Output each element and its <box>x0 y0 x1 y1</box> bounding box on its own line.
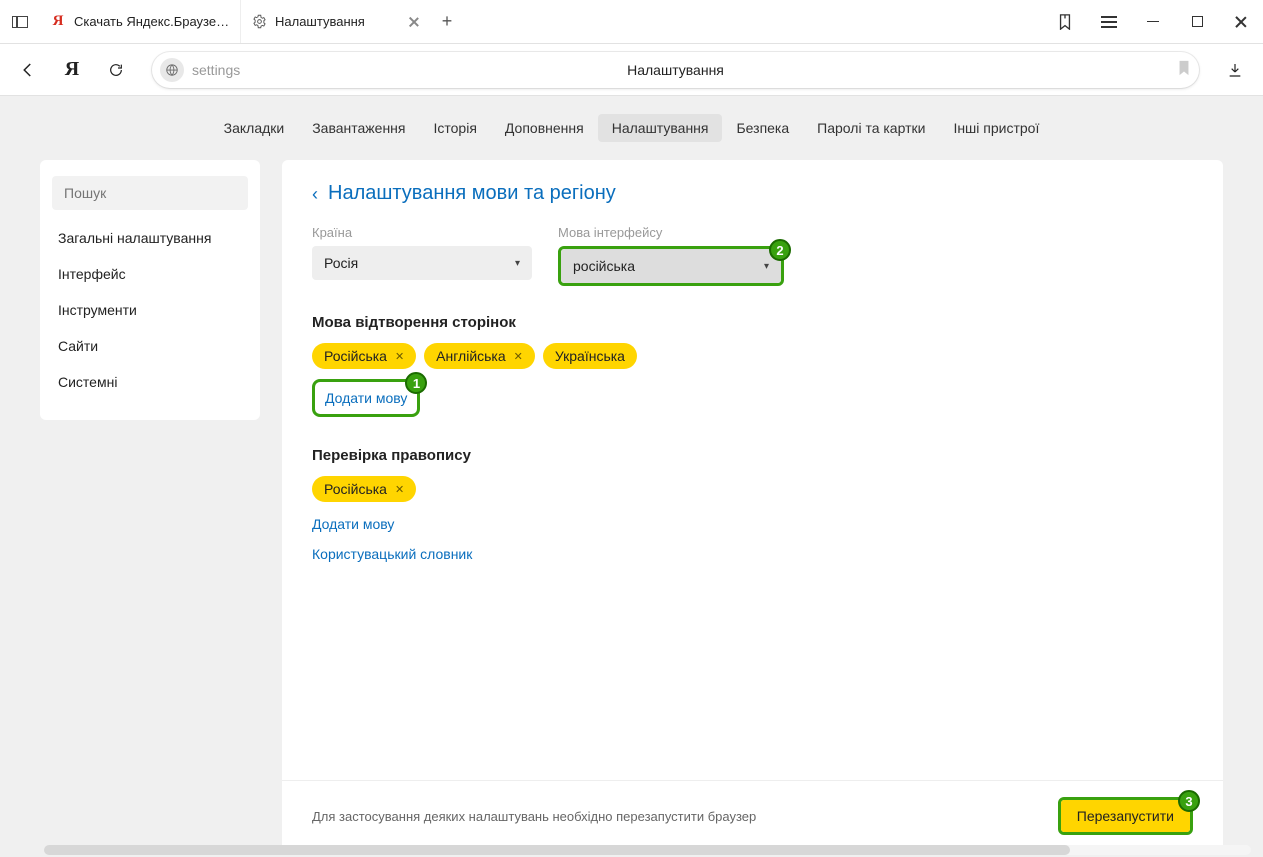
chevron-down-icon: ▾ <box>764 261 769 272</box>
annotation-badge-2: 2 <box>769 239 791 261</box>
menu-button[interactable] <box>1087 0 1131 43</box>
ui-language-value: російська <box>573 258 635 274</box>
annotation-badge-1: 1 <box>405 372 427 394</box>
add-page-language-link[interactable]: Додати мову <box>325 386 407 410</box>
country-label: Країна <box>312 225 532 240</box>
tab-title: Скачать Яндекс.Браузер д <box>74 14 230 29</box>
yandex-favicon: Я <box>50 14 66 30</box>
country-field: Країна Росія ▾ <box>312 225 532 286</box>
panel-icon <box>12 16 28 28</box>
sidebar-item-general[interactable]: Загальні налаштування <box>40 220 260 256</box>
sidebar-panel-toggle[interactable] <box>0 0 40 43</box>
bookmark-icon[interactable] <box>1177 60 1191 79</box>
yandex-home-button[interactable]: Я <box>52 44 92 95</box>
ui-language-highlight: російська ▾ 2 <box>558 246 784 286</box>
remove-icon[interactable]: ✕ <box>514 350 523 363</box>
nav-extensions[interactable]: Доповнення <box>491 114 598 142</box>
sidebar-item-tools[interactable]: Інструменти <box>40 292 260 328</box>
tab-yandex-download[interactable]: Я Скачать Яндекс.Браузер д <box>40 0 240 43</box>
address-url: settings <box>192 62 240 78</box>
nav-devices[interactable]: Інші пристрої <box>939 114 1053 142</box>
add-language-highlight: Додати мову 1 <box>312 379 420 417</box>
nav-passwords[interactable]: Паролі та картки <box>803 114 939 142</box>
tab-title: Налаштування <box>275 14 402 29</box>
settings-topnav: Закладки Завантаження Історія Доповнення… <box>0 96 1263 160</box>
window-close[interactable] <box>1219 0 1263 43</box>
restart-button[interactable]: Перезапустити <box>1061 800 1190 832</box>
lang-chip-russian[interactable]: Російська✕ <box>312 343 416 369</box>
address-bar-row: Я settings Налаштування <box>0 44 1263 96</box>
window-maximize[interactable] <box>1175 0 1219 43</box>
annotation-badge-3: 3 <box>1178 790 1200 812</box>
ui-language-select[interactable]: російська ▾ <box>561 249 781 283</box>
country-value: Росія <box>324 255 358 271</box>
ui-language-field: Мова інтерфейсу російська ▾ 2 <box>558 225 784 286</box>
horizontal-scrollbar[interactable] <box>44 845 1251 855</box>
chevron-down-icon: ▾ <box>515 258 520 269</box>
nav-downloads[interactable]: Завантаження <box>298 114 419 142</box>
hamburger-icon <box>1101 16 1117 28</box>
close-icon[interactable] <box>408 16 420 28</box>
nav-history[interactable]: Історія <box>420 114 491 142</box>
ui-language-label: Мова інтерфейсу <box>558 225 784 240</box>
nav-settings[interactable]: Налаштування <box>598 114 723 142</box>
page-title: Налаштування мови та регіону <box>328 182 616 205</box>
lang-chip-ukrainian[interactable]: Українська <box>543 343 637 369</box>
downloads-button[interactable] <box>1215 44 1255 95</box>
browser-chrome-top: Я Скачать Яндекс.Браузер д Налаштування … <box>0 0 1263 44</box>
restart-highlight: Перезапустити 3 <box>1058 797 1193 835</box>
window-minimize[interactable] <box>1131 0 1175 43</box>
spell-chip-russian[interactable]: Російська✕ <box>312 476 416 502</box>
restart-hint: Для застосування деяких налаштувань необ… <box>312 809 756 824</box>
tab-settings[interactable]: Налаштування <box>240 0 430 43</box>
settings-sidebar: Загальні налаштування Інтерфейс Інструме… <box>40 160 260 420</box>
window-controls <box>1043 0 1263 43</box>
settings-footer: Для застосування деяких налаштувань необ… <box>282 780 1223 851</box>
country-select[interactable]: Росія ▾ <box>312 246 532 280</box>
lang-chip-english[interactable]: Англійська✕ <box>424 343 535 369</box>
back-button[interactable] <box>8 44 48 95</box>
sidebar-item-interface[interactable]: Інтерфейс <box>40 256 260 292</box>
add-spell-language-link[interactable]: Додати мову <box>312 512 394 536</box>
remove-icon[interactable]: ✕ <box>395 483 404 496</box>
page-language-title: Мова відтворення сторінок <box>312 314 1193 331</box>
sidebar-item-system[interactable]: Системні <box>40 364 260 400</box>
reload-button[interactable] <box>96 44 136 95</box>
tab-strip: Я Скачать Яндекс.Браузер д Налаштування <box>40 0 430 43</box>
spellcheck-title: Перевірка правопису <box>312 447 1193 464</box>
settings-main: ‹ Налаштування мови та регіону Країна Ро… <box>282 160 1223 851</box>
address-page-title: Налаштування <box>627 62 724 78</box>
address-bar[interactable]: settings Налаштування <box>152 52 1199 88</box>
user-dictionary-link[interactable]: Користувацький словник <box>312 542 472 566</box>
nav-security[interactable]: Безпека <box>722 114 803 142</box>
page-language-chips: Російська✕ Англійська✕ Українська <box>312 343 1193 369</box>
close-icon <box>1234 15 1248 29</box>
search-input[interactable] <box>52 176 248 210</box>
settings-page: Закладки Завантаження Історія Доповнення… <box>0 96 1263 857</box>
globe-icon <box>160 58 184 82</box>
sidebar-search-wrap <box>52 176 248 210</box>
nav-bookmarks[interactable]: Закладки <box>210 114 299 142</box>
remove-icon[interactable]: ✕ <box>395 350 404 363</box>
bookmarks-button[interactable] <box>1043 0 1087 43</box>
page-header: ‹ Налаштування мови та регіону <box>312 182 1193 205</box>
gear-icon <box>251 14 267 30</box>
new-tab-button[interactable]: + <box>430 0 464 43</box>
scrollbar-thumb[interactable] <box>44 845 1070 855</box>
spellcheck-chips: Російська✕ <box>312 476 1193 502</box>
sidebar-item-sites[interactable]: Сайти <box>40 328 260 364</box>
back-chevron-icon[interactable]: ‹ <box>312 185 318 203</box>
